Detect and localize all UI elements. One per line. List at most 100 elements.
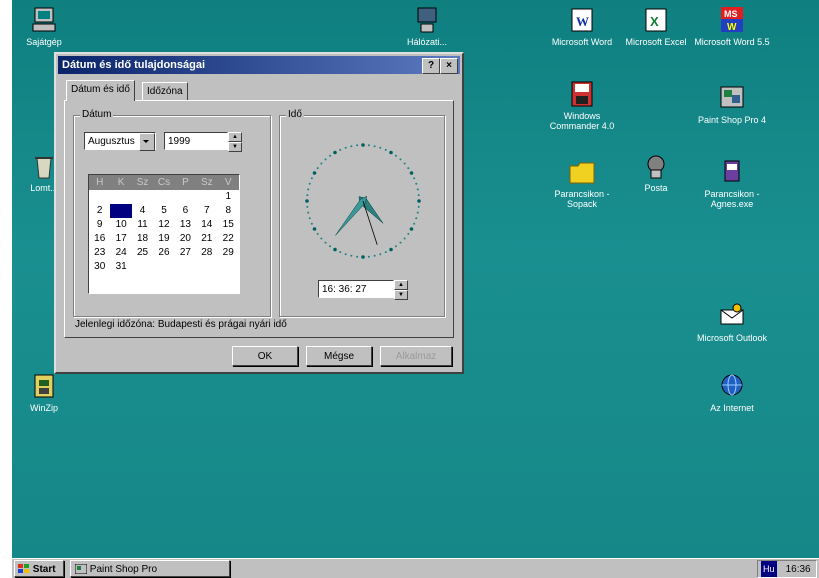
- help-button[interactable]: ?: [422, 58, 440, 74]
- spin-down-icon[interactable]: ▼: [394, 290, 408, 300]
- calendar-day[interactable]: 6: [175, 204, 196, 218]
- calendar-day[interactable]: 29: [218, 246, 239, 260]
- ok-button[interactable]: OK: [232, 346, 298, 366]
- calendar-day[interactable]: 13: [175, 218, 196, 232]
- desktop-icon-folder[interactable]: Parancsikon - Sopack: [544, 158, 620, 209]
- clock-minute-mark: [344, 146, 347, 149]
- word-icon: W: [567, 6, 597, 34]
- calendar-day[interactable]: 26: [153, 246, 174, 260]
- calendar-day[interactable]: 27: [175, 246, 196, 260]
- desktop-icon-network[interactable]: Hálózati...: [389, 6, 465, 47]
- clock-minute-mark: [416, 188, 419, 191]
- calendar-day[interactable]: 19: [153, 232, 174, 246]
- calendar-day[interactable]: 20: [175, 232, 196, 246]
- clock-minute-mark: [356, 144, 359, 147]
- desktop-icon-label: Az Internet: [710, 403, 754, 413]
- start-button[interactable]: Start: [14, 560, 64, 577]
- calendar-day[interactable]: 14: [196, 218, 217, 232]
- desktop-icon-my-computer[interactable]: Sajátgép: [6, 6, 82, 47]
- desktop-icon-paint-shop-pro[interactable]: Paint Shop Pro 4: [694, 84, 770, 125]
- desktop-icon-windows-commander[interactable]: Windows Commander 4.0: [544, 80, 620, 131]
- clock-hour-mark: [417, 199, 421, 203]
- desktop-icon-mail[interactable]: Posta: [618, 152, 694, 193]
- desktop-icon-winzip[interactable]: WinZip: [6, 372, 82, 413]
- calendar-day[interactable]: 23: [89, 246, 110, 260]
- desktop-icon-excel[interactable]: X Microsoft Excel: [618, 6, 694, 47]
- apply-button[interactable]: Alkalmaz: [380, 346, 452, 366]
- spin-down-icon[interactable]: ▼: [228, 142, 242, 152]
- calendar-day[interactable]: 4: [132, 204, 153, 218]
- dialog-titlebar[interactable]: Dátum és idő tulajdonságai ? ×: [58, 56, 460, 74]
- calendar-day: [132, 190, 153, 204]
- clock-hour-mark: [389, 247, 393, 252]
- calendar-day[interactable]: 9: [89, 218, 110, 232]
- calendar-day[interactable]: 2: [89, 204, 110, 218]
- calendar-day[interactable]: 25: [132, 246, 153, 260]
- calendar-day[interactable]: 16: [89, 232, 110, 246]
- calendar-week-row: 23 24 25 26 27 28 29: [89, 246, 239, 260]
- clock-hour-mark: [333, 150, 337, 155]
- calendar-day[interactable]: 18: [132, 232, 153, 246]
- calendar-day[interactable]: 15: [218, 218, 239, 232]
- month-dropdown-arrow[interactable]: [139, 133, 155, 151]
- date-group: Dátum Augusztus 1999 ▲ ▼ H K Sz Cs P Sz V 1234…: [73, 109, 271, 317]
- calendar-day[interactable]: 28: [196, 246, 217, 260]
- clock-minute-mark: [350, 145, 353, 148]
- desktop-icon-internet[interactable]: Az Internet: [694, 372, 770, 413]
- excel-icon: X: [641, 6, 671, 34]
- clock-minute-mark: [373, 254, 376, 257]
- calendar-day[interactable]: 22: [218, 232, 239, 246]
- tab-timezone[interactable]: Időzóna: [142, 82, 188, 101]
- desktop-icon-shortcut[interactable]: Parancsikon - Agnes.exe: [694, 158, 770, 209]
- desktop-icon-word[interactable]: W Microsoft Word: [544, 6, 620, 47]
- calendar-day: [132, 260, 153, 274]
- month-dropdown[interactable]: Augusztus: [84, 132, 156, 151]
- language-indicator[interactable]: Hu: [761, 561, 777, 577]
- taskbar-clock[interactable]: 16:36: [786, 564, 811, 575]
- desktop-icon-label: Paint Shop Pro 4: [697, 115, 767, 125]
- calendar-day[interactable]: 30: [89, 260, 110, 274]
- calendar-day[interactable]: 24: [110, 246, 131, 260]
- clock-minute-mark: [407, 232, 410, 235]
- clock-minute-mark: [413, 222, 416, 225]
- spin-up-icon[interactable]: ▲: [394, 280, 408, 290]
- calendar-day: [196, 190, 217, 204]
- clock-minute-mark: [416, 211, 419, 214]
- desktop-icon-word55[interactable]: MS W Microsoft Word 5.5: [694, 6, 770, 47]
- time-field[interactable]: 16: 36: 27: [318, 280, 394, 298]
- desktop-icon-outlook[interactable]: Microsoft Outlook: [694, 302, 770, 343]
- calendar-day[interactable]: 17: [110, 232, 131, 246]
- clock-minute-mark: [324, 158, 327, 161]
- calendar-day[interactable]: 8: [218, 204, 239, 218]
- spin-up-icon[interactable]: ▲: [228, 132, 242, 142]
- clock-minute-mark: [308, 217, 311, 220]
- clock-minute-mark: [417, 194, 420, 197]
- calendar-day[interactable]: 10: [110, 218, 131, 232]
- clock-minute-mark: [384, 251, 387, 254]
- internet-icon: [717, 372, 747, 400]
- calendar-day[interactable]: 3: [110, 204, 132, 218]
- weekday-label: Sz: [200, 177, 213, 188]
- calendar-day[interactable]: 5: [153, 204, 174, 218]
- year-spinner[interactable]: ▲ ▼: [228, 132, 242, 152]
- tab-date-time[interactable]: Dátum és idő: [66, 80, 135, 101]
- time-spinner[interactable]: ▲ ▼: [394, 280, 408, 300]
- calendar-day[interactable]: 21: [196, 232, 217, 246]
- date-time-properties-dialog: Dátum és idő tulajdonságai ? × Dátum és …: [54, 52, 464, 374]
- clock-minute-mark: [403, 237, 406, 240]
- close-button[interactable]: ×: [440, 58, 458, 74]
- weekday-label: K: [117, 177, 125, 188]
- cancel-button[interactable]: Mégse: [306, 346, 372, 366]
- year-value: 1999: [168, 136, 191, 147]
- taskbar-task-paint-shop-pro[interactable]: Paint Shop Pro: [70, 560, 230, 577]
- year-field[interactable]: 1999: [164, 132, 228, 150]
- desktop-icon-label: Microsoft Excel: [625, 37, 687, 47]
- calendar-day[interactable]: 11: [132, 218, 153, 232]
- calendar-day[interactable]: 12: [153, 218, 174, 232]
- clock-minute-mark: [384, 148, 387, 151]
- current-timezone-text: Jelenlegi időzóna: Budapesti és prágai n…: [75, 319, 287, 330]
- calendar-day[interactable]: 1: [218, 190, 239, 204]
- calendar-week-row: 2345678: [89, 204, 239, 218]
- calendar-day[interactable]: 7: [196, 204, 217, 218]
- calendar-day[interactable]: 31: [110, 260, 131, 274]
